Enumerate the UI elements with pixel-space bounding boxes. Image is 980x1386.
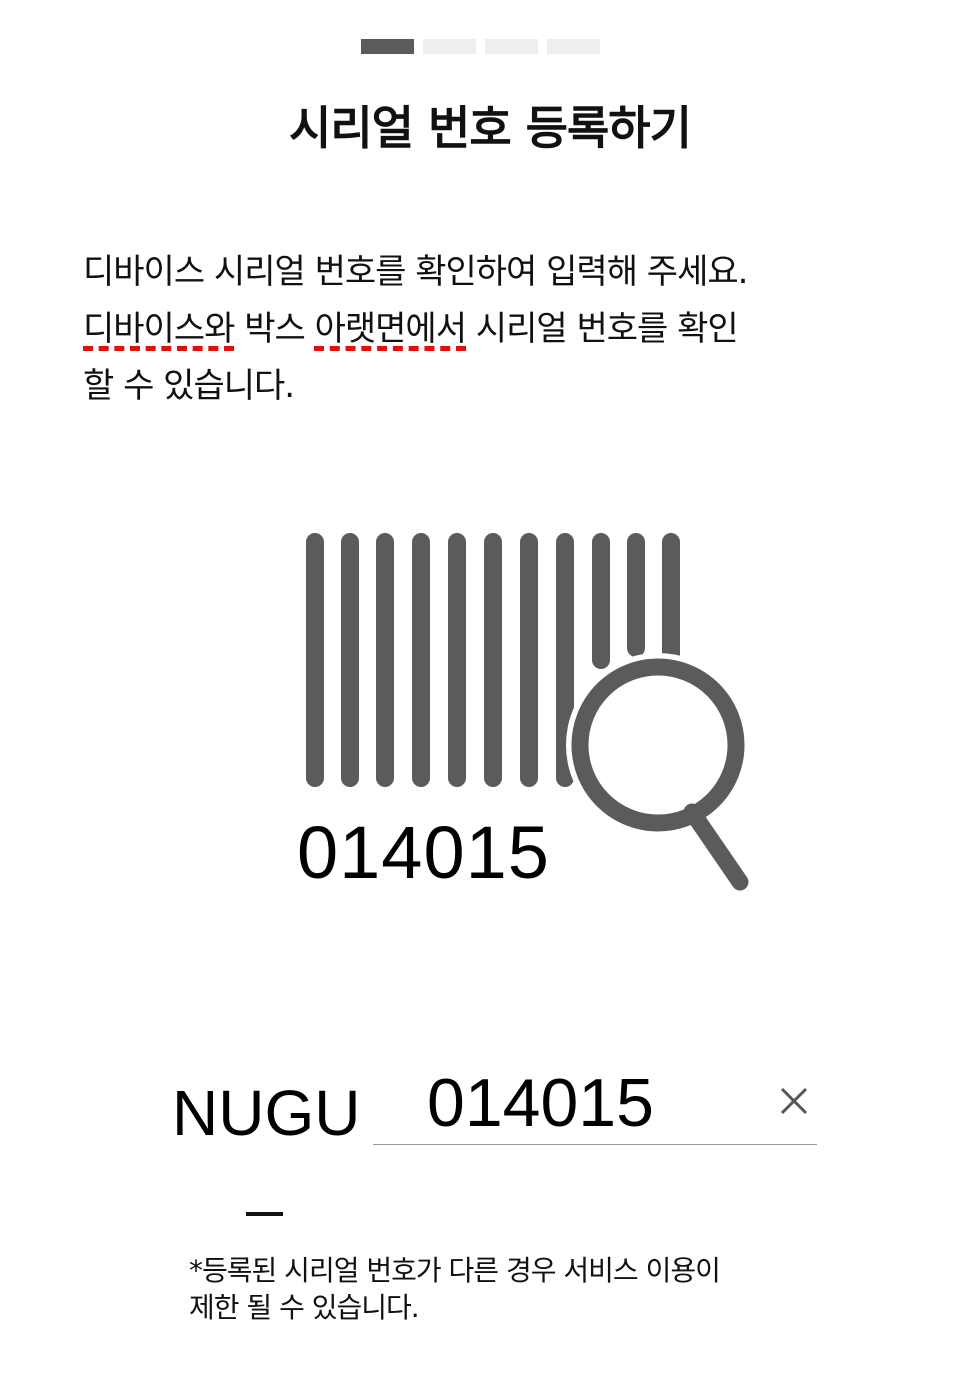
notice-line-1: *등록된 시리얼 번호가 다른 경우 서비스 이용이 — [189, 1254, 721, 1287]
notice-line-2: 제한 될 수 있습니다. — [189, 1291, 420, 1324]
barcode-number-label: 014015 — [297, 811, 550, 894]
page-title: 시리얼 번호 등록하기 — [289, 101, 692, 155]
serial-number-field — [373, 1056, 817, 1145]
instruction-line-3: 할 수 있습니다. — [83, 366, 295, 406]
serial-notice-text: *등록된 시리얼 번호가 다른 경우 서비스 이용이 제한 될 수 있습니다. — [189, 1252, 809, 1326]
serial-prefix-dash — [246, 1212, 283, 1216]
progress-step-1 — [361, 39, 414, 54]
instruction-word-bottom: 아랫면에서 — [314, 309, 467, 349]
progress-step-3 — [485, 39, 538, 54]
progress-step-2 — [423, 39, 476, 54]
instruction-text: 디바이스 시리얼 번호를 확인하여 입력해 주세요. 디바이스와 박스 아랫면에… — [83, 244, 913, 415]
instruction-word-device: 디바이스와 — [83, 309, 235, 349]
close-icon[interactable] — [777, 1084, 811, 1118]
serial-number-input[interactable] — [427, 1064, 747, 1142]
progress-step-4 — [547, 39, 600, 54]
serial-registration-page: 시리얼 번호 등록하기 디바이스 시리얼 번호를 확인하여 입력해 주세요. 디… — [0, 0, 980, 1386]
serial-prefix-label: NUGU — [172, 1077, 361, 1149]
instruction-word-box: 박스 — [234, 309, 315, 349]
progress-stepper — [361, 39, 600, 54]
instruction-line-1: 디바이스 시리얼 번호를 확인하여 입력해 주세요. — [83, 252, 748, 292]
instruction-line-2-rest: 시리얼 번호를 확인 — [466, 309, 739, 349]
